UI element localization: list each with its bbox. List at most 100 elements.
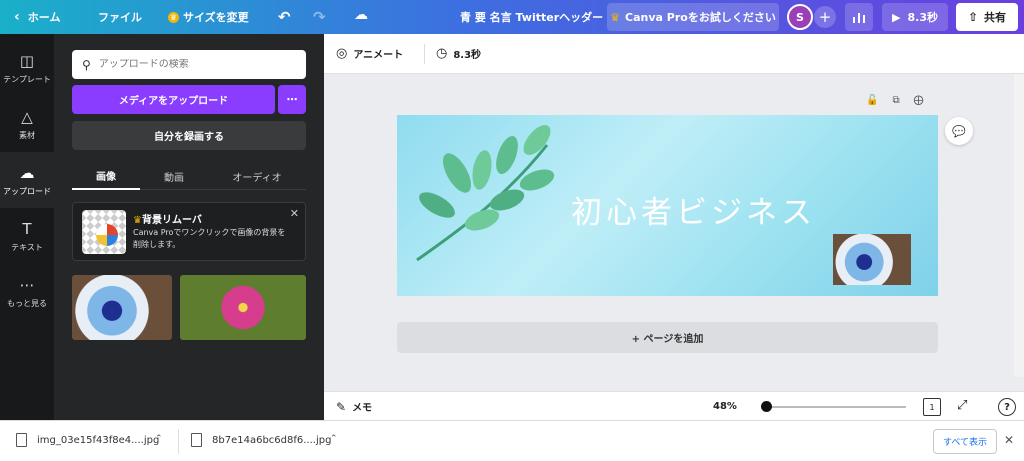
download-filename: 8b7e14a6bc6d8f6....jpg [212, 434, 332, 446]
animate-button[interactable]: ◎ アニメート [336, 46, 403, 61]
upload-media-button[interactable]: メディアをアップロード [72, 85, 275, 114]
zoom-slider-handle[interactable] [761, 401, 772, 412]
uploads-panel: ⚲ メディアをアップロード ⋯ 自分を録画する 画像 動画 オーディオ ♛背景リ… [54, 34, 324, 420]
chevron-left-icon: ‹ [14, 9, 20, 25]
notes-label: メモ [352, 403, 373, 414]
side-rail: ◫ テンプレート △ 素材 ☁ アップロード T テキスト ⋯ もっと見る [0, 34, 54, 420]
close-icon[interactable]: ✕ [1004, 433, 1014, 447]
document-title[interactable]: 青 要 名言 Twitterヘッダー [460, 0, 603, 34]
download-item[interactable]: img_03e15f43f8e4....jpg [16, 433, 159, 447]
animate-icon: ◎ [336, 46, 348, 61]
bar-chart-icon [853, 13, 865, 23]
promo-image [82, 210, 126, 254]
insights-icon[interactable] [845, 3, 873, 31]
search-box[interactable]: ⚲ [72, 50, 306, 79]
download-item[interactable]: 8b7e14a6bc6d8f6....jpg [191, 433, 331, 447]
tab-audio[interactable]: オーディオ [208, 162, 306, 190]
zoom-slider-track[interactable] [764, 406, 906, 408]
share-icon: ⇧ [967, 10, 979, 24]
resize-label: サイズを変更 [183, 11, 249, 24]
download-shelf: img_03e15f43f8e4....jpg ⌃ 8b7e14a6bc6d8f… [0, 420, 1024, 461]
try-pro-label: Canva Proをお試しください [625, 11, 776, 24]
help-icon[interactable]: ? [998, 398, 1016, 416]
rail-item-more[interactable]: ⋯ もっと見る [0, 264, 54, 320]
share-button[interactable]: ⇧ 共有 [956, 3, 1018, 31]
horizontal-scrollbar[interactable] [324, 377, 1024, 391]
download-filename: img_03e15f43f8e4....jpg [37, 434, 160, 446]
rail-item-uploads[interactable]: ☁ アップロード [0, 152, 54, 208]
zoom-level[interactable]: 48% [713, 401, 737, 412]
notes-icon: ✎ [336, 399, 347, 414]
crown-icon: ♛ [610, 10, 621, 24]
lock-icon[interactable]: 🔓 [866, 95, 878, 106]
chevron-up-icon[interactable]: ⌃ [330, 434, 338, 444]
undo-icon[interactable]: ↶ [278, 8, 291, 26]
home-label: ホーム [27, 11, 61, 24]
more-icon: ⋯ [19, 275, 35, 294]
divider [178, 429, 179, 454]
add-page-icon[interactable]: ⨁ [914, 95, 924, 106]
resize-button[interactable]: ♛ サイズを変更 [168, 0, 249, 34]
design-photo-bouquet[interactable] [833, 234, 911, 285]
close-icon[interactable]: ✕ [290, 207, 299, 220]
vertical-scrollbar[interactable] [1014, 74, 1024, 377]
present-button[interactable]: ▶ 8.3秒 [882, 3, 948, 31]
crown-icon: ♛ [133, 215, 142, 226]
media-tabs: 画像 動画 オーディオ [72, 162, 306, 190]
duplicate-icon[interactable]: ⧉ [892, 95, 899, 106]
chevron-up-icon[interactable]: ⌃ [155, 434, 163, 444]
record-yourself-button[interactable]: 自分を録画する [72, 121, 306, 150]
duration-label: 8.3秒 [453, 50, 482, 61]
notes-button[interactable]: ✎ メモ [336, 399, 373, 415]
rail-label: アップロード [3, 186, 51, 196]
show-all-button[interactable]: すべて表示 [933, 429, 997, 454]
file-icon [16, 433, 27, 447]
tab-videos[interactable]: 動画 [140, 162, 208, 190]
file-menu[interactable]: ファイル [98, 0, 142, 34]
uploaded-image-flower[interactable] [180, 275, 306, 340]
fullscreen-icon[interactable]: ⤢ [957, 398, 967, 413]
divider [424, 44, 425, 64]
promo-description: Canva Proでワンクリックで画像の背景を削除します。 [133, 228, 286, 249]
rail-label: もっと見る [7, 298, 47, 308]
more-options-icon[interactable]: ⋯ [278, 85, 306, 114]
tab-images[interactable]: 画像 [72, 162, 140, 190]
add-comment-icon[interactable]: 💬 [945, 117, 973, 145]
canvas-area: 🔓 ⧉ ⨁ 💬 初心者ビジネス + ページを追加 ⌃ [324, 74, 1024, 391]
animate-label: アニメート [353, 50, 404, 61]
clock-icon: ◷ [436, 46, 448, 61]
uploaded-image-bouquet[interactable] [72, 275, 172, 340]
cloud-save-icon[interactable]: ☁ [354, 7, 368, 23]
add-page-button[interactable]: + ページを追加 [397, 322, 938, 353]
rail-item-text[interactable]: T テキスト [0, 208, 54, 264]
redo-icon[interactable]: ↷ [313, 8, 326, 26]
top-bar: ‹ ホーム ファイル ♛ サイズを変更 ↶ ↷ ☁ 青 要 名言 Twitter… [0, 0, 1024, 34]
present-duration: 8.3秒 [907, 11, 938, 24]
search-icon: ⚲ [82, 57, 91, 72]
add-member-icon[interactable]: + [814, 6, 836, 28]
design-page[interactable]: 初心者ビジネス [397, 115, 938, 296]
page-tools: 🔓 ⧉ ⨁ [866, 95, 924, 106]
promo-title-row: ♛背景リムーバ [133, 211, 202, 226]
rail-item-templates[interactable]: ◫ テンプレート [0, 40, 54, 96]
rail-label: テキスト [11, 242, 43, 252]
file-icon [191, 433, 202, 447]
ball-icon [96, 224, 118, 246]
duration-button[interactable]: ◷ 8.3秒 [436, 46, 481, 61]
shapes-icon: △ [21, 107, 33, 126]
home-button[interactable]: ‹ ホーム [14, 0, 60, 34]
share-label: 共有 [984, 11, 1007, 24]
rail-label: 素材 [19, 130, 35, 140]
background-remover-promo[interactable]: ♛背景リムーバ Canva Proでワンクリックで画像の背景を削除します。 ✕ [72, 202, 306, 261]
template-icon: ◫ [19, 51, 35, 70]
page-count[interactable]: 1 [923, 398, 941, 416]
search-input[interactable] [98, 59, 289, 70]
try-pro-button[interactable]: ♛ Canva Proをお試しください [607, 3, 779, 31]
play-icon: ▶ [892, 10, 901, 24]
rail-label: テンプレート [3, 74, 51, 84]
avatar[interactable]: S [787, 4, 813, 30]
rail-item-elements[interactable]: △ 素材 [0, 96, 54, 152]
promo-title: 背景リムーバ [141, 215, 202, 226]
bottom-bar: ✎ メモ 48% 1 ⤢ ? [324, 391, 1024, 421]
design-title[interactable]: 初心者ビジネス [571, 187, 816, 232]
